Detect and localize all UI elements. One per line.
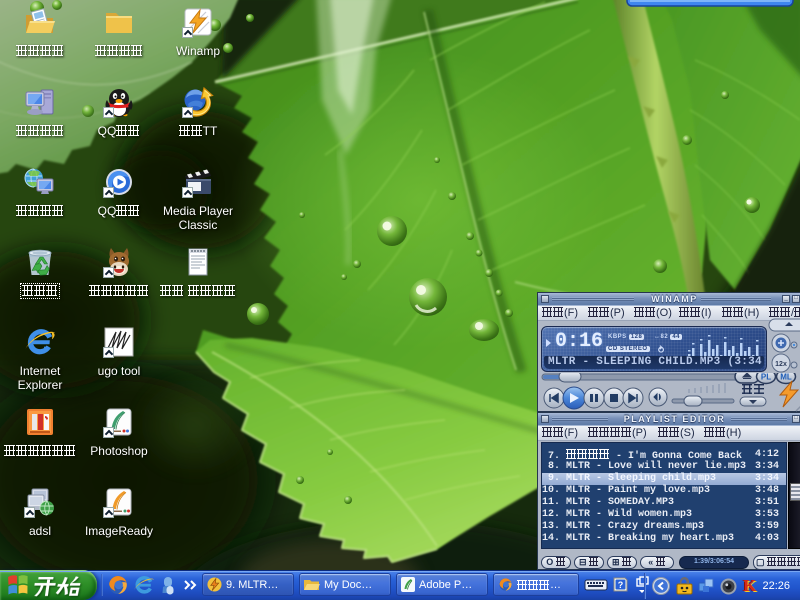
svg-text:?: ?: [618, 580, 624, 590]
svg-text:ML: ML: [780, 373, 792, 382]
svg-text:PL: PL: [761, 373, 771, 382]
svg-text:12x: 12x: [775, 361, 787, 368]
